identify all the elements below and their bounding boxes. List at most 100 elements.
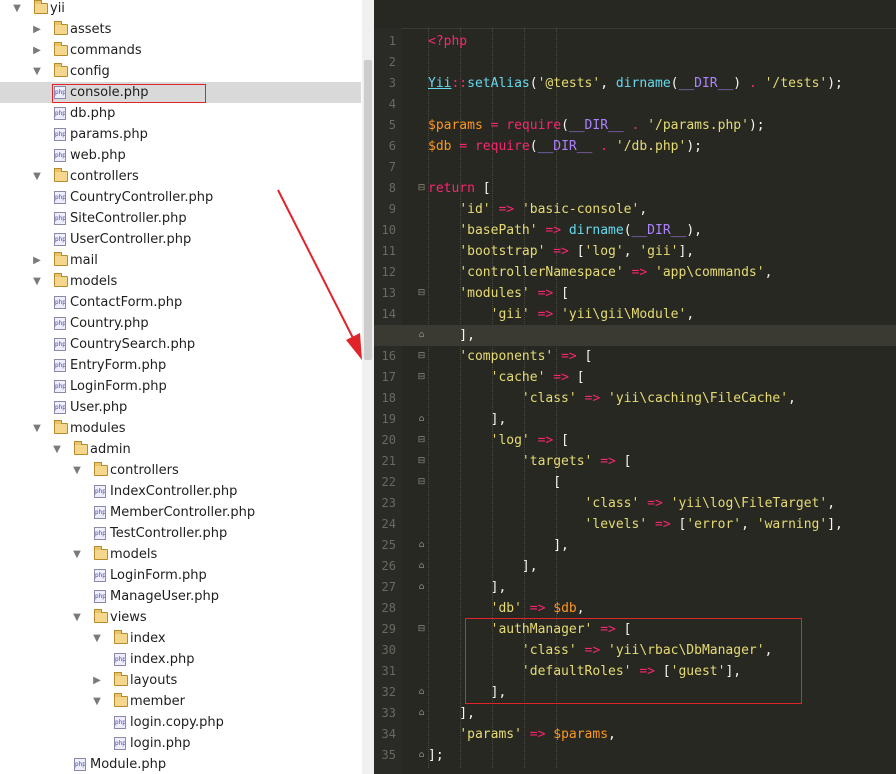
- fold-open-icon[interactable]: ⊟: [417, 624, 426, 635]
- tree-folder[interactable]: ▶ mail: [0, 250, 361, 271]
- tree-file[interactable]: php login.php: [0, 733, 361, 754]
- expand-arrow-icon[interactable]: ▼: [72, 607, 82, 628]
- fold-open-icon[interactable]: ⊟: [417, 288, 426, 299]
- tree-file[interactable]: php login.copy.php: [0, 712, 361, 733]
- code-line[interactable]: $params = require(__DIR__ . '/params.php…: [374, 115, 896, 136]
- tree-file[interactable]: php Country.php: [0, 313, 361, 334]
- code-line[interactable]: 'controllerNamespace' => 'app\commands',: [374, 262, 896, 283]
- tree-file[interactable]: php index.php: [0, 649, 361, 670]
- collapse-arrow-icon[interactable]: ▶: [32, 19, 42, 40]
- expand-arrow-icon[interactable]: ▼: [12, 0, 22, 19]
- code-line[interactable]: ], ⌂: [374, 409, 896, 430]
- tree-file[interactable]: php ContactForm.php: [0, 292, 361, 313]
- code-line[interactable]: ], ⌂: [374, 535, 896, 556]
- fold-end-icon[interactable]: ⌂: [417, 750, 426, 761]
- tree-file[interactable]: php params.php: [0, 124, 361, 145]
- collapse-arrow-icon[interactable]: ▶: [92, 670, 102, 691]
- fold-open-icon[interactable]: ⊟: [417, 477, 426, 488]
- tree-folder[interactable]: ▼ config: [0, 61, 361, 82]
- tree-folder[interactable]: ▼ modules: [0, 418, 361, 439]
- code-line[interactable]: ], ⌂: [374, 577, 896, 598]
- code-line[interactable]: return [⊟: [374, 178, 896, 199]
- code-line[interactable]: 'targets' => [⊟: [374, 451, 896, 472]
- code-line[interactable]: 'cache' => [⊟: [374, 367, 896, 388]
- tree-file[interactable]: php EntryForm.php: [0, 355, 361, 376]
- code-line[interactable]: 'modules' => [⊟: [374, 283, 896, 304]
- fold-end-icon[interactable]: ⌂: [417, 540, 426, 551]
- expand-arrow-icon[interactable]: ▼: [52, 439, 62, 460]
- code-editor[interactable]: 1234567891011121314151617181920212223242…: [374, 0, 896, 774]
- code-line[interactable]: 'levels' => ['error', 'warning'],: [374, 514, 896, 535]
- tree-file[interactable]: php db.php: [0, 103, 361, 124]
- tree-file[interactable]: php console.php: [0, 82, 361, 103]
- fold-end-icon[interactable]: ⌂: [417, 330, 426, 341]
- tree-folder[interactable]: ▶ assets: [0, 19, 361, 40]
- code-line[interactable]: ], ⌂: [374, 325, 896, 346]
- expand-arrow-icon[interactable]: ▼: [32, 271, 42, 292]
- expand-arrow-icon[interactable]: ▼: [92, 628, 102, 649]
- code-line[interactable]: Yii::setAlias('@tests', dirname(__DIR__)…: [374, 73, 896, 94]
- code-line[interactable]: ], ⌂: [374, 556, 896, 577]
- code-line[interactable]: ], ⌂: [374, 682, 896, 703]
- tree-folder[interactable]: ▶ commands: [0, 40, 361, 61]
- code-line[interactable]: [374, 94, 896, 115]
- code-line[interactable]: $db = require(__DIR__ . '/db.php');: [374, 136, 896, 157]
- fold-end-icon[interactable]: ⌂: [417, 561, 426, 572]
- code-line[interactable]: 'bootstrap' => ['log', 'gii'],: [374, 241, 896, 262]
- tree-folder[interactable]: ▼ admin: [0, 439, 361, 460]
- code-line[interactable]: 'id' => 'basic-console',: [374, 199, 896, 220]
- code-line[interactable]: 'db' => $db,: [374, 598, 896, 619]
- expand-arrow-icon[interactable]: ▼: [72, 460, 82, 481]
- code-line[interactable]: 'basePath' => dirname(__DIR__),: [374, 220, 896, 241]
- code-line[interactable]: [⊟: [374, 472, 896, 493]
- fold-end-icon[interactable]: ⌂: [417, 708, 426, 719]
- collapse-arrow-icon[interactable]: ▶: [32, 40, 42, 61]
- tree-folder[interactable]: ▼ views: [0, 607, 361, 628]
- code-line[interactable]: 'authManager' => [⊟: [374, 619, 896, 640]
- code-line[interactable]: 'params' => $params,: [374, 724, 896, 745]
- expand-arrow-icon[interactable]: ▼: [32, 61, 42, 82]
- tree-file[interactable]: php ManageUser.php: [0, 586, 361, 607]
- tree-folder[interactable]: ▼ models: [0, 544, 361, 565]
- fold-open-icon[interactable]: ⊟: [417, 372, 426, 383]
- code-line[interactable]: [374, 52, 896, 73]
- code-line[interactable]: ]; ⌂: [374, 745, 896, 766]
- fold-open-icon[interactable]: ⊟: [417, 435, 426, 446]
- tree-file[interactable]: php User.php: [0, 397, 361, 418]
- tree-folder[interactable]: ▼ controllers: [0, 460, 361, 481]
- code-line[interactable]: [374, 157, 896, 178]
- collapse-arrow-icon[interactable]: ▶: [32, 250, 42, 271]
- code-line[interactable]: 'defaultRoles' => ['guest'],: [374, 661, 896, 682]
- code-line[interactable]: 'components' => [⊟: [374, 346, 896, 367]
- expand-arrow-icon[interactable]: ▼: [72, 544, 82, 565]
- tree-file[interactable]: php LoginForm.php: [0, 565, 361, 586]
- tree-file[interactable]: php IndexController.php: [0, 481, 361, 502]
- expand-arrow-icon[interactable]: ▼: [92, 691, 102, 712]
- fold-open-icon[interactable]: ⊟: [417, 351, 426, 362]
- tree-folder[interactable]: ▼ models: [0, 271, 361, 292]
- tree-file[interactable]: php MemberController.php: [0, 502, 361, 523]
- tree-file[interactable]: php CountrySearch.php: [0, 334, 361, 355]
- expand-arrow-icon[interactable]: ▼: [32, 418, 42, 439]
- fold-end-icon[interactable]: ⌂: [417, 582, 426, 593]
- tree-file[interactable]: php UserController.php: [0, 229, 361, 250]
- fold-end-icon[interactable]: ⌂: [417, 414, 426, 425]
- tree-file[interactable]: php web.php: [0, 145, 361, 166]
- tree-file[interactable]: php CountryController.php: [0, 187, 361, 208]
- code-line[interactable]: 'class' => 'yii\log\FileTarget',: [374, 493, 896, 514]
- tree-scrollbar[interactable]: [362, 0, 374, 774]
- tree-file[interactable]: php TestController.php: [0, 523, 361, 544]
- tree-file[interactable]: php LoginForm.php: [0, 376, 361, 397]
- code-line[interactable]: ], ⌂: [374, 703, 896, 724]
- code-line[interactable]: <?php: [374, 31, 896, 52]
- fold-end-icon[interactable]: ⌂: [417, 687, 426, 698]
- code-line[interactable]: 'class' => 'yii\rbac\DbManager',: [374, 640, 896, 661]
- scrollbar-thumb[interactable]: [364, 60, 372, 360]
- code-line[interactable]: 'log' => [⊟: [374, 430, 896, 451]
- fold-open-icon[interactable]: ⊟: [417, 183, 426, 194]
- code-line[interactable]: 'class' => 'yii\caching\FileCache',: [374, 388, 896, 409]
- tree-folder[interactable]: ▼ index: [0, 628, 361, 649]
- code-line[interactable]: 'gii' => 'yii\gii\Module',: [374, 304, 896, 325]
- tree-file[interactable]: php SiteController.php: [0, 208, 361, 229]
- tree-file[interactable]: php Module.php: [0, 754, 361, 774]
